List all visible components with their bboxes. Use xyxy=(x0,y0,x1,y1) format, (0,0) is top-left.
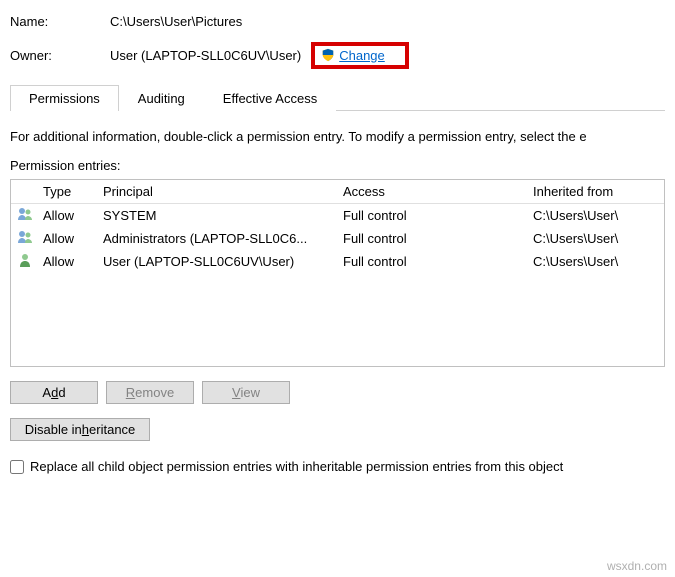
table-row[interactable]: AllowSYSTEMFull controlC:\Users\User\ xyxy=(11,204,664,228)
change-owner-highlight: Change xyxy=(311,42,409,69)
cell-principal: Administrators (LAPTOP-SLL0C6... xyxy=(95,227,335,250)
replace-children-checkbox[interactable] xyxy=(10,460,24,474)
disable-inheritance-button[interactable]: Disable inheritance xyxy=(10,418,150,441)
cell-access: Full control xyxy=(335,204,525,228)
disable-inheritance-row: Disable inheritance xyxy=(10,418,665,441)
col-principal-header[interactable]: Principal xyxy=(95,180,335,204)
name-value: C:\Users\User\Pictures xyxy=(110,14,242,29)
group-icon xyxy=(11,204,35,228)
table-row[interactable]: AllowUser (LAPTOP-SLL0C6UV\User)Full con… xyxy=(11,250,664,273)
name-label: Name: xyxy=(10,14,110,29)
cell-type: Allow xyxy=(35,204,95,228)
table-row[interactable]: AllowAdministrators (LAPTOP-SLL0C6...Ful… xyxy=(11,227,664,250)
name-row: Name: C:\Users\User\Pictures xyxy=(10,10,665,32)
cell-principal: User (LAPTOP-SLL0C6UV\User) xyxy=(95,250,335,273)
cell-inherited: C:\Users\User\ xyxy=(525,250,664,273)
tab-permissions[interactable]: Permissions xyxy=(10,85,119,111)
cell-inherited: C:\Users\User\ xyxy=(525,227,664,250)
col-inherited-header[interactable]: Inherited from xyxy=(525,180,664,204)
description-text: For additional information, double-click… xyxy=(10,129,665,144)
replace-children-label[interactable]: Replace all child object permission entr… xyxy=(30,459,563,474)
tab-strip: Permissions Auditing Effective Access xyxy=(10,84,665,111)
user-icon xyxy=(11,250,35,273)
shield-icon xyxy=(321,48,335,62)
cell-type: Allow xyxy=(35,227,95,250)
owner-label: Owner: xyxy=(10,48,110,63)
watermark: wsxdn.com xyxy=(607,559,667,573)
add-button[interactable]: Add xyxy=(10,381,98,404)
tab-auditing[interactable]: Auditing xyxy=(119,85,204,111)
view-button: View xyxy=(202,381,290,404)
change-owner-link[interactable]: Change xyxy=(339,48,385,63)
permission-entries-label: Permission entries: xyxy=(10,158,665,173)
replace-children-row[interactable]: Replace all child object permission entr… xyxy=(10,459,665,474)
cell-type: Allow xyxy=(35,250,95,273)
remove-button: Remove xyxy=(106,381,194,404)
col-icon-header[interactable] xyxy=(11,180,35,204)
table-header-row: Type Principal Access Inherited from xyxy=(11,180,664,204)
cell-inherited: C:\Users\User\ xyxy=(525,204,664,228)
cell-access: Full control xyxy=(335,250,525,273)
col-type-header[interactable]: Type xyxy=(35,180,95,204)
owner-value: User (LAPTOP-SLL0C6UV\User) xyxy=(110,48,301,63)
owner-row: Owner: User (LAPTOP-SLL0C6UV\User) Chang… xyxy=(10,44,665,66)
permission-entries-table[interactable]: Type Principal Access Inherited from All… xyxy=(10,179,665,367)
group-icon xyxy=(11,227,35,250)
cell-access: Full control xyxy=(335,227,525,250)
entry-buttons-row: Add Remove View xyxy=(10,381,665,404)
tab-effective-access[interactable]: Effective Access xyxy=(204,85,336,111)
cell-principal: SYSTEM xyxy=(95,204,335,228)
col-access-header[interactable]: Access xyxy=(335,180,525,204)
